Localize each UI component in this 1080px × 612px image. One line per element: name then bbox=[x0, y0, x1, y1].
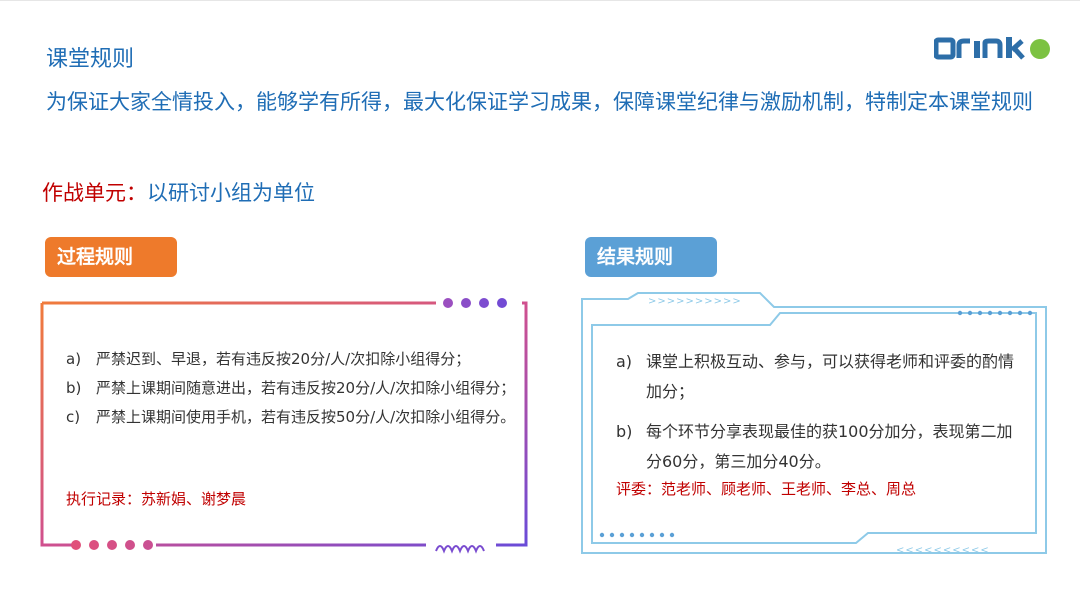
unit-line: 作战单元：以研讨小组为单位 bbox=[42, 177, 315, 207]
slide: 课堂规则 orinko 为保证大家全情投入，能够学有所得，最大化保证学习成果，保… bbox=[0, 0, 1080, 612]
list-item: c) 严禁上课期间使用手机，若有违反按50分/人/次扣除小组得分。 bbox=[66, 403, 516, 432]
unit-label: 作战单元： bbox=[42, 181, 147, 205]
orinko-logo: orinko bbox=[934, 37, 1050, 60]
intro-text: 为保证大家全情投入，能够学有所得，最大化保证学习成果，保障课堂纪律与激励机制，特… bbox=[46, 90, 1033, 114]
list-text: 严禁上课期间随意进出，若有违反按20分/人/次扣除小组得分； bbox=[96, 379, 516, 397]
list-item: a) 严禁迟到、早退，若有违反按20分/人/次扣除小组得分； bbox=[66, 345, 516, 374]
list-text: 严禁迟到、早退，若有违反按20分/人/次扣除小组得分； bbox=[96, 350, 471, 368]
unit-value: 以研讨小组为单位 bbox=[147, 181, 315, 205]
list-marker: b) bbox=[616, 422, 633, 441]
svg-text:<<<<<<<<<<: <<<<<<<<<< bbox=[896, 545, 990, 556]
result-rules-heading: 结果规则 bbox=[585, 237, 717, 277]
list-text: 严禁上课期间使用手机，若有违反按50分/人/次扣除小组得分。 bbox=[96, 408, 516, 426]
list-marker: a) bbox=[66, 350, 82, 368]
list-item: b) 每个环节分享表现最佳的获100分加分，表现第二加分60分，第三加分40分。 bbox=[616, 417, 1026, 477]
execution-record: 执行记录：苏新娟、谢梦晨 bbox=[66, 490, 247, 508]
list-item: b) 严禁上课期间随意进出，若有违反按20分/人/次扣除小组得分； bbox=[66, 374, 516, 403]
process-rules-heading: 过程规则 bbox=[45, 237, 177, 277]
result-rules-list: a) 课堂上积极互动、参与，可以获得老师和评委的酌情加分； b) 每个环节分享表… bbox=[616, 347, 1026, 487]
judges-line: 评委：范老师、顾老师、王老师、李总、周总 bbox=[616, 480, 917, 498]
list-text: 课堂上积极互动、参与，可以获得老师和评委的酌情加分； bbox=[646, 352, 1015, 401]
list-marker: b) bbox=[66, 379, 82, 397]
process-rules-list: a) 严禁迟到、早退，若有违反按20分/人/次扣除小组得分； b) 严禁上课期间… bbox=[66, 345, 516, 432]
list-marker: c) bbox=[66, 408, 81, 426]
list-marker: a) bbox=[616, 352, 633, 371]
page-title: 课堂规则 bbox=[46, 47, 135, 72]
list-text: 每个环节分享表现最佳的获100分加分，表现第二加分60分，第三加分40分。 bbox=[646, 422, 1013, 471]
list-item: a) 课堂上积极互动、参与，可以获得老师和评委的酌情加分； bbox=[616, 347, 1026, 407]
svg-text:>>>>>>>>>>: >>>>>>>>>> bbox=[648, 296, 742, 307]
